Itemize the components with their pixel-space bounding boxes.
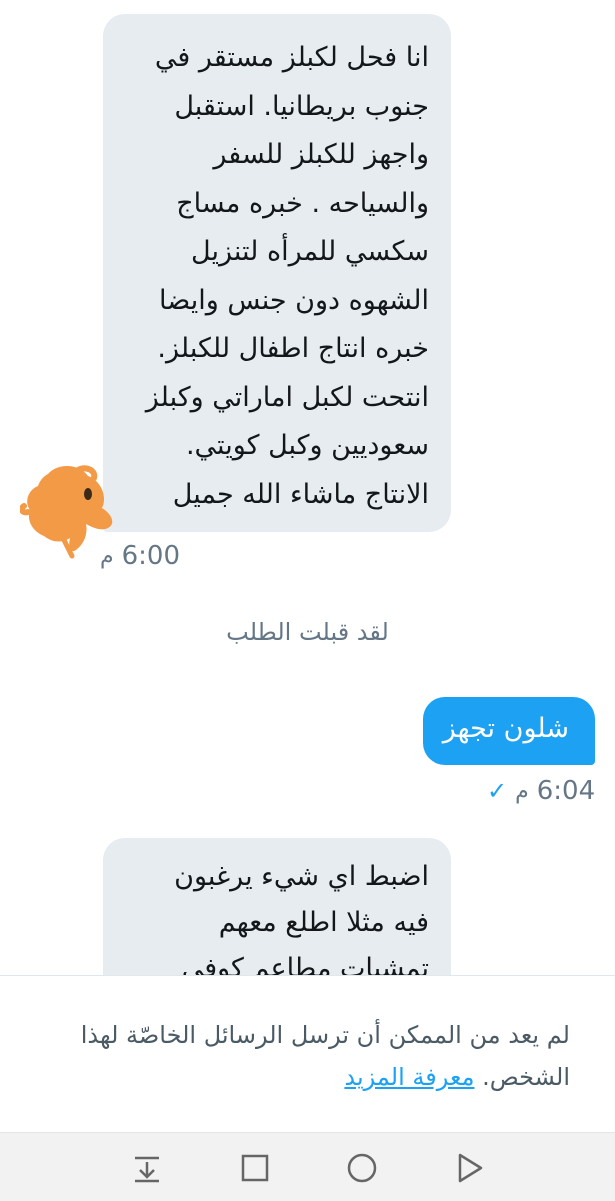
message-line: تمشيات مطاعم كوفي bbox=[181, 953, 429, 975]
notice-message: لم يعد من الممكن أن ترسل الرسائل الخاصّة… bbox=[80, 1021, 570, 1091]
ampm-label: م bbox=[100, 543, 114, 569]
system-message: لقد قبلت الطلب bbox=[226, 618, 389, 646]
time-label: 6:00 bbox=[121, 541, 181, 571]
message-bubble-sent[interactable]: شلون تجهز bbox=[423, 697, 595, 765]
dm-disabled-notice: لم يعد من الممكن أن ترسل الرسائل الخاصّة… bbox=[0, 975, 615, 1133]
message-timestamp: م 6:00 bbox=[100, 541, 180, 571]
system-nav-bar bbox=[0, 1132, 615, 1201]
learn-more-link[interactable]: معرفة المزيد bbox=[344, 1063, 474, 1091]
message-line: والسياحه . خبره مساج bbox=[176, 187, 429, 219]
conversation-view: انا فحل لكبلز مستقر في جنوب بريطانيا. اس… bbox=[0, 0, 615, 975]
home-circle-icon[interactable] bbox=[345, 1151, 379, 1185]
message-line: سكسي للمرأه لتنزيل bbox=[191, 236, 429, 267]
message-bubble-received[interactable]: اضبط اي شيء يرغبون فيه مثلا اطلع معهم تم… bbox=[103, 838, 451, 975]
time-label: 6:04 bbox=[536, 776, 596, 806]
message-line: اضبط اي شيء يرغبون bbox=[174, 861, 429, 892]
checkmark-icon: ✓ bbox=[487, 777, 508, 805]
notice-text-block: لم يعد من الممكن أن ترسل الرسائل الخاصّة… bbox=[30, 1014, 570, 1098]
ampm-label: م bbox=[515, 778, 529, 804]
message-line: الشهوه دون جنس وايضا bbox=[159, 284, 429, 316]
message-line: واجهز للكبلز للسفر bbox=[213, 139, 429, 170]
message-bubble-received[interactable]: انا فحل لكبلز مستقر في جنوب بريطانيا. اس… bbox=[103, 14, 451, 532]
back-triangle-icon[interactable] bbox=[452, 1151, 486, 1185]
message-line: خبره انتاج اطفال للكبلز. bbox=[157, 333, 429, 364]
collapse-down-icon[interactable] bbox=[130, 1151, 164, 1185]
message-text: شلون تجهز bbox=[442, 713, 569, 744]
message-timestamp: ✓ م 6:04 bbox=[487, 776, 595, 806]
recents-square-icon[interactable] bbox=[238, 1151, 272, 1185]
message-line: الانتاج ماشاء الله جميل bbox=[172, 478, 429, 510]
message-line: انتحت لكبل اماراتي وكبلز bbox=[145, 381, 429, 413]
message-line: انا فحل لكبلز مستقر في bbox=[154, 42, 429, 73]
message-line: فيه مثلا اطلع معهم bbox=[218, 907, 429, 938]
message-line: جنوب بريطانيا. استقبل bbox=[174, 90, 429, 122]
message-line: سعوديين وكبل كويتي. bbox=[185, 430, 429, 461]
